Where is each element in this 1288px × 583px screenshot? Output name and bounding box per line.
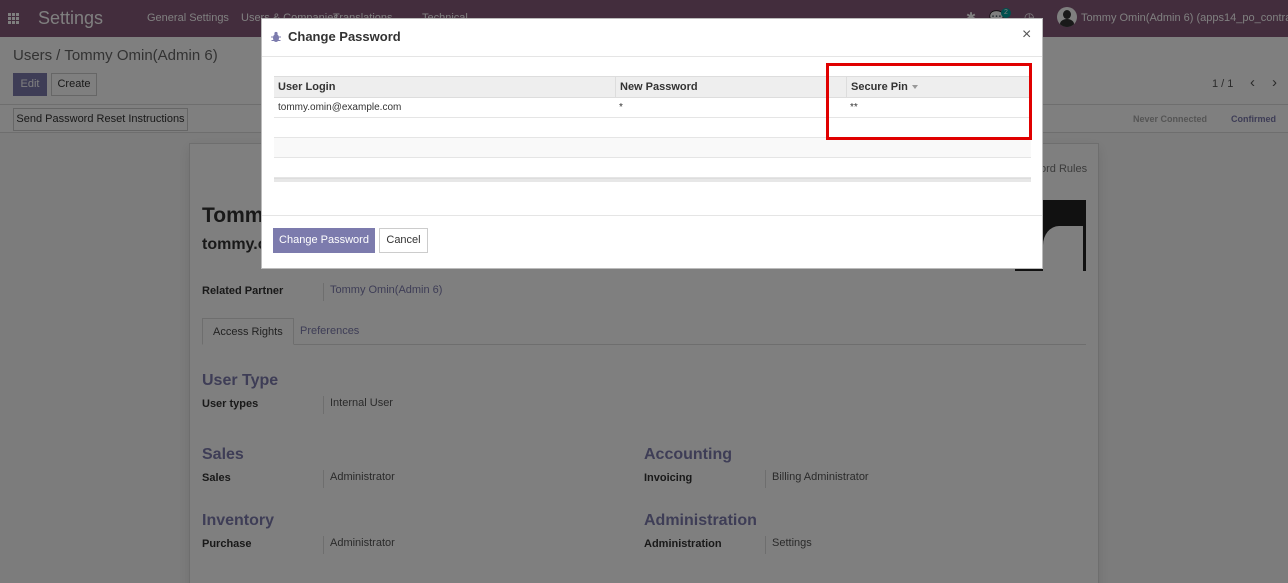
empty-row [274, 158, 1031, 178]
cell-user-login: tommy.omin@example.com [278, 102, 402, 113]
change-password-button[interactable]: Change Password [273, 228, 375, 253]
column-new-password[interactable]: New Password [615, 77, 846, 98]
modal-header: Change Password × [262, 19, 1042, 57]
bug-icon [271, 31, 281, 42]
column-user-login[interactable]: User Login [274, 77, 615, 98]
empty-row [274, 138, 1031, 158]
cell-new-password[interactable]: * [615, 98, 623, 118]
column-new-password-label: New Password [620, 81, 698, 93]
close-icon[interactable]: × [1022, 26, 1031, 44]
column-user-login-label: User Login [278, 81, 336, 93]
secure-pin-highlight [826, 63, 1032, 140]
modal-title: Change Password [288, 29, 401, 44]
modal-footer: Change Password Cancel [262, 215, 1042, 269]
change-password-dialog: Change Password × User Login New Passwor… [261, 18, 1043, 269]
grid-footer [274, 178, 1031, 182]
cancel-button[interactable]: Cancel [379, 228, 428, 253]
